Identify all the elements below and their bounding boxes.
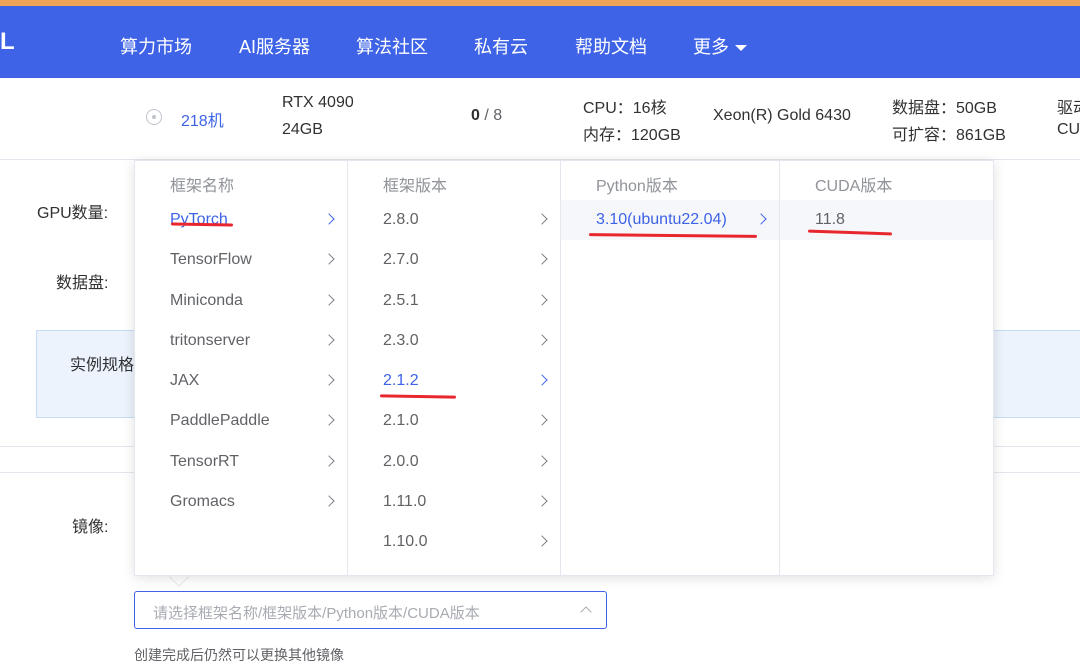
- gpu-free-count: 0: [471, 107, 480, 124]
- top-navbar: L 算力市场 AI服务器 算法社区 私有云 帮助文档 更多: [0, 6, 1080, 78]
- nav-item-compute-market[interactable]: 算力市场: [120, 33, 192, 59]
- machine-radio[interactable]: [146, 109, 162, 125]
- chevron-right-icon: [323, 455, 335, 467]
- chevron-right-icon: [755, 213, 767, 225]
- option-version-2-5-1[interactable]: 2.5.1: [348, 281, 560, 321]
- column-header-cuda-version: CUDA版本: [815, 178, 893, 195]
- image-select-input[interactable]: 请选择框架名称/框架版本/Python版本/CUDA版本: [134, 591, 607, 629]
- image-select-placeholder: 请选择框架名称/框架版本/Python版本/CUDA版本: [153, 605, 480, 622]
- option-label: 11.8: [815, 211, 845, 228]
- chevron-right-icon: [536, 374, 548, 386]
- chevron-right-icon: [536, 293, 548, 306]
- nav-item-ai-server[interactable]: AI服务器: [239, 33, 310, 59]
- data-disk-size: 数据盘：50GB: [892, 100, 997, 117]
- option-tritonserver[interactable]: tritonserver: [135, 321, 347, 361]
- option-label: Gromacs: [170, 493, 235, 511]
- option-version-2-1-0[interactable]: 2.1.0: [348, 401, 560, 441]
- image-label: 镜像:: [72, 519, 109, 536]
- option-version-2-3-0[interactable]: 2.3.0: [348, 321, 560, 361]
- instance-spec-label: 实例规格: [70, 357, 135, 374]
- caret-down-icon: [735, 45, 747, 52]
- chevron-right-icon: [536, 535, 548, 548]
- column-header-framework: 框架名称: [170, 178, 235, 195]
- option-version-1-11-0[interactable]: 1.11.0: [348, 482, 560, 522]
- cpu-cores: CPU：16核: [583, 100, 667, 117]
- chevron-right-icon: [536, 213, 548, 225]
- option-label: tritonserver: [170, 331, 251, 349]
- chevron-right-icon: [536, 334, 548, 346]
- cuda-label: CU: [1057, 121, 1080, 138]
- gpu-memory: 24GB: [282, 121, 323, 138]
- chevron-right-icon: [536, 455, 548, 467]
- option-tensorrt[interactable]: TensorRT: [135, 442, 347, 482]
- option-label: 2.7.0: [383, 251, 419, 269]
- option-miniconda[interactable]: Miniconda: [135, 281, 347, 321]
- disk-expandable: 可扩容：861GB: [892, 127, 1006, 144]
- gpu-availability: 0 / 8: [471, 107, 502, 125]
- option-gromacs[interactable]: Gromacs: [135, 482, 347, 522]
- option-jax[interactable]: JAX: [135, 361, 347, 401]
- option-label: TensorRT: [170, 452, 240, 470]
- option-label: 2.8.0: [383, 211, 419, 228]
- chevron-right-icon: [323, 253, 335, 265]
- option-paddlepaddle[interactable]: PaddlePaddle: [135, 401, 347, 441]
- image-hint-text: 创建完成后仍然可以更换其他镜像: [134, 647, 344, 663]
- chevron-right-icon: [323, 213, 335, 225]
- option-version-2-7-0[interactable]: 2.7.0: [348, 240, 560, 280]
- logo[interactable]: L: [0, 28, 15, 56]
- nav-item-private-cloud[interactable]: 私有云: [474, 33, 528, 59]
- cascader-column-framework: 框架名称 PyTorch TensorFlow Miniconda triton…: [135, 161, 348, 575]
- option-label: 2.0.0: [383, 452, 419, 470]
- cascader-column-cuda-version: CUDA版本 11.8: [780, 161, 993, 575]
- memory-size: 内存：120GB: [583, 127, 681, 144]
- option-label: 1.11.0: [383, 493, 427, 511]
- option-label: 2.5.1: [383, 291, 419, 309]
- option-label: 1.10.0: [383, 533, 428, 551]
- nav-item-help-docs[interactable]: 帮助文档: [575, 33, 647, 59]
- chevron-right-icon: [323, 334, 335, 346]
- option-version-1-10-0[interactable]: 1.10.0: [348, 522, 560, 562]
- option-label: 2.1.0: [383, 412, 419, 430]
- column-header-framework-version: 框架版本: [383, 178, 448, 195]
- cpu-model: Xeon(R) Gold 6430: [713, 107, 851, 124]
- option-label: Miniconda: [170, 291, 243, 309]
- option-label: 2.3.0: [383, 331, 419, 349]
- driver-label: 驱动: [1057, 100, 1080, 117]
- cascader-column-framework-version: 框架版本 2.8.0 2.7.0 2.5.1 2.3.0 2.1.2 2.1.0…: [348, 161, 561, 575]
- chevron-right-icon: [536, 414, 548, 427]
- cascader-column-python-version: Python版本 3.10(ubuntu22.04): [561, 161, 780, 575]
- gpu-total-count: / 8: [484, 107, 503, 124]
- chevron-right-icon: [323, 414, 335, 427]
- image-cascader-dropdown: 框架名称 PyTorch TensorFlow Miniconda triton…: [134, 160, 994, 576]
- machine-row[interactable]: 218机 RTX 4090 24GB 0 / 8 CPU：16核 内存：120G…: [0, 80, 1080, 160]
- chevron-up-icon: [580, 606, 592, 618]
- chevron-right-icon: [323, 374, 335, 386]
- option-label: 3.10(ubuntu22.04): [596, 211, 727, 228]
- gpu-model: RTX 4090: [282, 94, 354, 111]
- option-label: PaddlePaddle: [170, 412, 270, 430]
- option-version-2-8-0[interactable]: 2.8.0: [348, 200, 560, 240]
- chevron-right-icon: [536, 253, 548, 265]
- option-pytorch[interactable]: PyTorch: [135, 200, 347, 240]
- gpu-count-label: GPU数量:: [37, 205, 109, 222]
- chevron-right-icon: [536, 495, 548, 507]
- option-label: JAX: [170, 372, 200, 390]
- option-version-2-0-0[interactable]: 2.0.0: [348, 442, 560, 482]
- option-label: 2.1.2: [383, 372, 419, 390]
- data-disk-label: 数据盘:: [56, 275, 109, 292]
- option-tensorflow[interactable]: TensorFlow: [135, 240, 347, 280]
- nav-item-algorithm-community[interactable]: 算法社区: [356, 33, 428, 59]
- option-label: TensorFlow: [170, 251, 252, 269]
- nav-item-more[interactable]: 更多: [693, 33, 747, 59]
- nav-more-label: 更多: [693, 37, 729, 57]
- chevron-right-icon: [323, 293, 335, 306]
- chevron-right-icon: [323, 495, 335, 507]
- machine-name[interactable]: 218机: [181, 107, 224, 131]
- column-header-python-version: Python版本: [596, 178, 678, 195]
